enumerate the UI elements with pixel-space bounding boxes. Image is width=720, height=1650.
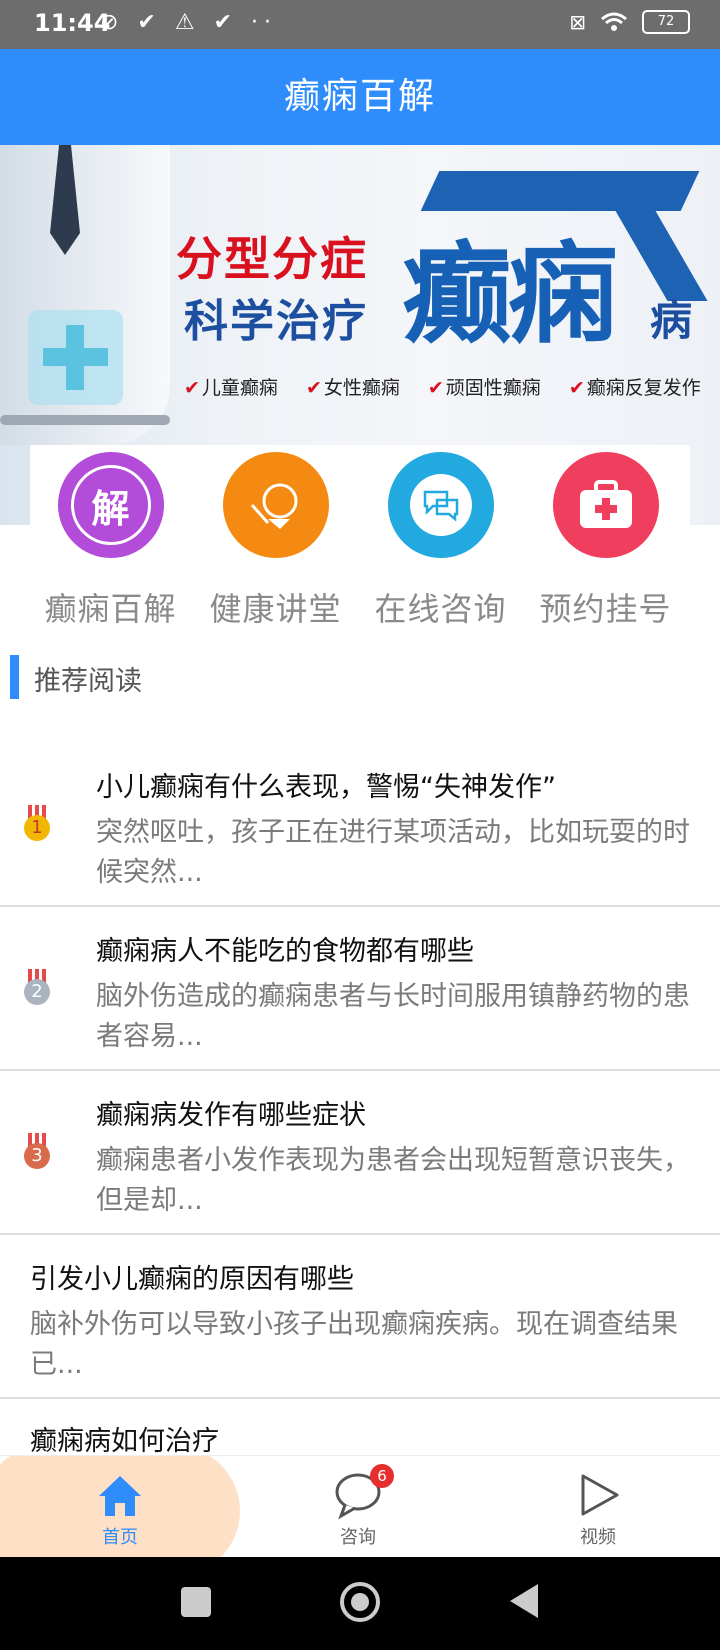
banner-slogan-2: 科学治疗 <box>184 296 368 347</box>
article-title: 癫痫病人不能吃的食物都有哪些 <box>96 936 474 967</box>
medkit-svg <box>579 480 632 528</box>
bottom-tab-bar: 首页 6 咨询 视频 <box>0 1455 720 1558</box>
article-title: 引发小儿癫痫的原因有哪些 <box>30 1264 354 1295</box>
battery-icon: 72 <box>642 10 690 34</box>
banner-big-suffix: 病 <box>650 296 693 345</box>
section-accent-bar <box>10 655 19 699</box>
notification-icons: ⊘ ✔ ⚠ ✔ ·· <box>100 10 277 35</box>
back-button[interactable] <box>510 1584 538 1618</box>
status-time: 11:44 <box>34 9 111 37</box>
rank-number: 3 <box>24 1143 50 1169</box>
status-right: ⊠ 72 <box>569 10 690 34</box>
chat-bubble <box>409 474 472 536</box>
banner-tags: 儿童癫痫 女性癫痫 顽固性癫痫 癫痫反复发作 <box>184 373 701 400</box>
quick-nav-label: 癫痫百解 <box>44 590 177 628</box>
banner-tag: 儿童癫痫 <box>184 373 278 400</box>
article-item[interactable]: 3 癫痫病发作有哪些症状 癫痫患者小发作表现为患者会出现短暂意识丧失，但是却..… <box>0 1071 720 1235</box>
rank-medal-icon: 3 <box>22 1133 52 1173</box>
quick-nav-label: 在线咨询 <box>374 590 507 628</box>
article-summary: 癫痫患者小发作表现为患者会出现短暂意识丧失，但是却... <box>96 1145 690 1216</box>
page-title: 癫痫百解 <box>0 49 720 145</box>
article-item[interactable]: 1 小儿癫痫有什么表现，警惕“失神发作” 突然呕吐，孩子正在进行某项活动，比如玩… <box>0 735 720 907</box>
article-item[interactable]: 癫痫病如何治疗 <box>0 1399 720 1457</box>
chat-svg <box>423 490 458 522</box>
tab-label: 视频 <box>580 1527 616 1548</box>
section-title: 推荐阅读 <box>34 666 142 697</box>
quick-nav-baijie[interactable]: 解 癫痫百解 <box>28 452 193 630</box>
rank-medal-icon: 2 <box>22 969 52 1009</box>
home-button[interactable] <box>340 1582 380 1622</box>
chat-icon <box>387 452 494 558</box>
system-nav-bar <box>0 1557 720 1650</box>
banner-tag: 顽固性癫痫 <box>428 373 541 400</box>
quick-nav-label: 预约挂号 <box>539 590 672 628</box>
rank-medal-icon: 1 <box>22 805 52 845</box>
tab-video[interactable]: 视频 <box>518 1456 678 1558</box>
banner-roof <box>420 171 700 211</box>
medkit-icon <box>552 452 659 558</box>
recents-button[interactable] <box>181 1587 211 1617</box>
quick-nav-lecture[interactable]: 健康讲堂 <box>193 452 358 630</box>
rank-number: 2 <box>24 979 50 1005</box>
unread-badge: 6 <box>370 1464 394 1488</box>
lecture-icon <box>222 452 329 558</box>
article-summary: 脑补外伤可以导致小孩子出现癫痫疾病。现在调查结果已... <box>30 1309 678 1380</box>
banner-big-text: 癫痫 <box>402 231 618 359</box>
wifi-icon <box>601 12 627 31</box>
quick-nav-consult[interactable]: 在线咨询 <box>358 452 523 630</box>
article-title: 小儿癫痫有什么表现，警惕“失神发作” <box>96 772 556 803</box>
article-item[interactable]: 2 癫痫病人不能吃的食物都有哪些 脑外伤造成的癫痫患者与长时间服用镇静药物的患者… <box>0 907 720 1071</box>
rank-number: 1 <box>24 815 50 841</box>
quick-nav-appointment[interactable]: 预约挂号 <box>523 452 688 630</box>
doctor-tie <box>50 145 80 255</box>
jie-glyph: 解 <box>70 465 151 545</box>
banner-tag: 女性癫痫 <box>306 373 400 400</box>
lecture-svg <box>250 483 297 529</box>
jie-icon: 解 <box>57 452 164 558</box>
banner-slogan-1: 分型分症 <box>176 232 368 286</box>
article-summary: 脑外伤造成的癫痫患者与长时间服用镇静药物的患者容易... <box>96 981 690 1052</box>
article-item[interactable]: 引发小儿癫痫的原因有哪些 脑补外伤可以导致小孩子出现癫痫疾病。现在调查结果已..… <box>0 1235 720 1399</box>
article-summary: 突然呕吐，孩子正在进行某项活动，比如玩耍的时候突然... <box>96 817 690 888</box>
quick-nav-label: 健康讲堂 <box>209 590 342 628</box>
status-bar: 11:44 ⊘ ✔ ⚠ ✔ ·· ⊠ 72 <box>0 0 720 49</box>
tab-consult[interactable]: 6 咨询 <box>278 1456 438 1558</box>
play-icon <box>581 1474 619 1516</box>
medical-cross-icon <box>28 310 123 405</box>
quick-nav: 解 癫痫百解 健康讲堂 在线咨询 预约挂号 <box>0 452 720 632</box>
article-title: 癫痫病发作有哪些症状 <box>96 1100 366 1131</box>
sim-off-icon: ⊠ <box>569 10 586 34</box>
tab-label: 咨询 <box>340 1527 376 1548</box>
banner-tag: 癫痫反复发作 <box>569 373 701 400</box>
tab-label: 首页 <box>102 1527 138 1548</box>
home-icon <box>99 1476 141 1516</box>
article-title: 癫痫病如何治疗 <box>30 1426 219 1457</box>
tab-home[interactable]: 首页 <box>40 1456 200 1558</box>
tablet-image <box>0 415 170 425</box>
